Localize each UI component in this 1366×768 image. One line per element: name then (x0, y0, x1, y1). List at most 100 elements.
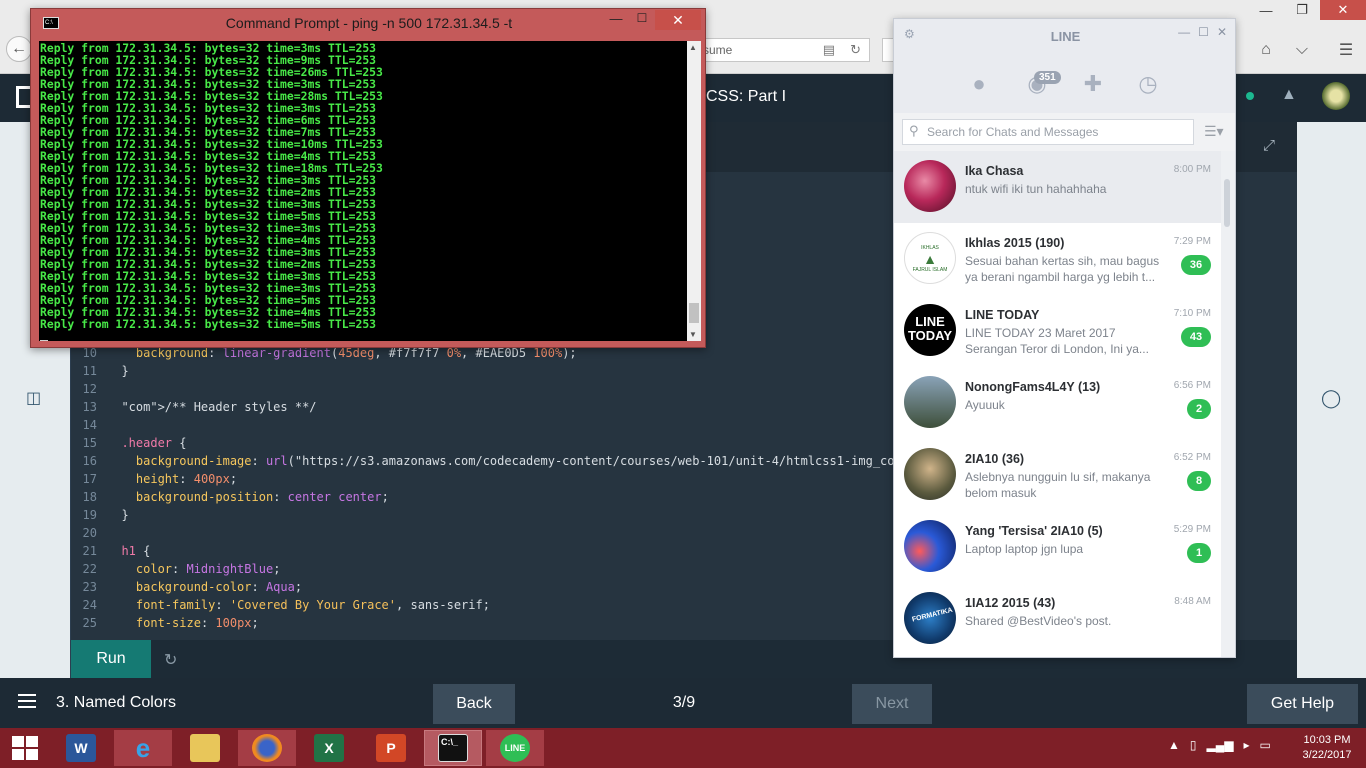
close-icon[interactable]: ✕ (655, 10, 701, 30)
line-number: 11 (82, 364, 97, 378)
maximize-icon[interactable]: ☐ (629, 11, 655, 29)
line-window[interactable]: ⚙ LINE — ☐ ✕ ● ◉ 351 ✚ ◷ ⚲ Search for Ch… (893, 18, 1236, 658)
chat-preview: Laptop laptop jgn lupa (965, 542, 1084, 556)
search-icon: ⚲ (909, 123, 919, 138)
unread-count-badge: 36 (1181, 255, 1211, 275)
back-button[interactable]: Back (433, 684, 515, 724)
add-friend-icon[interactable]: ✚ (1078, 69, 1108, 99)
logo-line-1: LINE (915, 314, 945, 329)
console-cursor (40, 340, 48, 341)
line-number: 20 (82, 526, 97, 540)
scroll-down-icon[interactable]: ▼ (689, 330, 697, 339)
chat-time: 6:52 PM (1173, 452, 1211, 463)
taskbar-line[interactable]: LINE (486, 730, 544, 766)
book-icon[interactable]: ◫ (26, 388, 41, 408)
cmd-icon[interactable]: C:\ (43, 17, 59, 29)
list-menu-icon[interactable]: ☰▾ (1204, 123, 1224, 140)
bell-icon[interactable]: ▲ (1281, 86, 1297, 104)
chat-preview: LINE TODAY 23 Maret 2017 (965, 326, 1116, 340)
restore-icon[interactable]: ❐ (1284, 0, 1320, 20)
maximize-icon[interactable]: ☐ (1198, 25, 1209, 39)
avatar (904, 448, 956, 500)
avatar: LINE TODAY (904, 304, 956, 356)
url-bar[interactable]: sume ▤ ↻ (700, 38, 870, 62)
chat-item[interactable]: FORMATIKA 1IA12 2015 (43) 8:48 AM Shared @B… (894, 583, 1221, 655)
powerpoint-icon: P (376, 734, 406, 762)
taskbar-word[interactable]: W (52, 730, 110, 766)
cmd-icon: C:\_ (438, 734, 468, 762)
chat-item[interactable]: Ika Chasa 8:00 PM ntuk wifi iki tun hahahh… (894, 151, 1221, 223)
chat-item[interactable]: Yang 'Tersisa' 2IA10 (5) 5:29 PM Laptop la… (894, 511, 1221, 583)
line-number: 12 (82, 382, 97, 396)
battery-icon[interactable]: ▯ (1190, 738, 1197, 752)
command-prompt-window[interactable]: Command Prompt - ping -n 500 172.31.34.5… (30, 8, 706, 348)
unread-count-badge: 8 (1187, 471, 1211, 491)
firefox-icon (252, 734, 282, 762)
friends-tab-icon[interactable]: ● (964, 69, 994, 99)
line-number: 18 (82, 490, 97, 504)
chat-item[interactable]: IKHLAS ▲ FAJRUL ISLAM Ikhlas 2015 (190) 7:29… (894, 223, 1221, 295)
show-hidden-icons-icon[interactable]: ▲ (1168, 738, 1180, 752)
folder-icon (190, 734, 220, 762)
minimize-icon[interactable]: — (1248, 0, 1284, 20)
menu-icon[interactable] (18, 694, 36, 708)
scrollbar[interactable]: ▲ ▼ (687, 41, 701, 341)
taskbar-internet-explorer[interactable]: e (114, 730, 172, 766)
back-arrow-icon[interactable]: ← (6, 36, 32, 62)
taskbar-command-prompt[interactable]: C:\_ (424, 730, 482, 766)
chat-item[interactable]: LINE TODAY LINE TODAY 7:10 PM LINE TODAY 23 … (894, 295, 1221, 367)
volume-icon[interactable]: ▸ (1243, 738, 1249, 752)
chat-name: Ikhlas 2015 (190) (965, 236, 1065, 250)
chat-preview-line2: ya berani ngambil harga yg lebih t... (965, 270, 1156, 284)
code-text: .header { (121, 436, 187, 450)
chat-preview: Ayuuuk (965, 398, 1005, 412)
next-button[interactable]: Next (852, 684, 932, 724)
scroll-thumb[interactable] (689, 303, 699, 323)
taskbar-powerpoint[interactable]: P (362, 730, 420, 766)
unread-count-badge: 43 (1181, 327, 1211, 347)
hamburger-menu-icon[interactable]: ☰ (1334, 38, 1358, 62)
reset-icon[interactable]: ↻ (164, 650, 177, 670)
minimize-icon[interactable]: — (1178, 25, 1190, 39)
unread-badge: 351 (1034, 71, 1061, 84)
close-icon[interactable]: ✕ (1320, 0, 1366, 20)
code-text: font-size: 100px; (135, 616, 259, 630)
avatar (904, 160, 956, 212)
chat-preview: Shared @BestVideo's post. (965, 614, 1112, 628)
network-icon[interactable]: ▂▄▆ (1207, 738, 1234, 752)
windows-start-icon[interactable] (12, 736, 38, 760)
pocket-icon[interactable]: ⌵ (1290, 38, 1314, 62)
taskbar-excel[interactable]: X (300, 730, 358, 766)
timeline-clock-icon[interactable]: ◷ (1133, 69, 1163, 99)
scrollbar[interactable] (1221, 151, 1235, 657)
line-number: 25 (82, 616, 97, 630)
taskbar-firefox[interactable] (238, 730, 296, 766)
reader-view-icon[interactable]: ▤ (823, 42, 835, 58)
expand-icon[interactable]: ⤢ (1263, 137, 1275, 154)
line-number: 21 (82, 544, 97, 558)
line-number: 13 (82, 400, 97, 414)
home-icon[interactable]: ⌂ (1254, 38, 1278, 62)
avatar[interactable] (1322, 82, 1350, 110)
code-text: "com">/** Header styles **/ (121, 400, 317, 414)
get-help-button[interactable]: Get Help (1247, 684, 1358, 724)
globe-icon[interactable]: ◯ (1321, 388, 1341, 409)
run-button[interactable]: Run (71, 640, 151, 678)
chat-preview: Sesuai bahan kertas sih, mau bagus (965, 254, 1160, 268)
console-line: Reply from 172.31.34.5: bytes=32 time=5m… (40, 317, 377, 331)
avatar-logo-text: IKHLAS ▲ FAJRUL ISLAM (905, 233, 955, 273)
chat-search-input[interactable]: ⚲ Search for Chats and Messages (902, 119, 1194, 145)
reload-icon[interactable]: ↻ (850, 42, 861, 58)
scroll-up-icon[interactable]: ▲ (689, 43, 697, 52)
close-icon[interactable]: ✕ (1217, 25, 1227, 39)
chat-item[interactable]: NonongFams4L4Y (13) 6:56 PM Ayuuuk 2 (894, 367, 1221, 439)
scroll-thumb[interactable] (1224, 179, 1230, 227)
clock[interactable]: 10:03 PM 3/22/2017 (1292, 733, 1362, 763)
console-output[interactable]: Reply from 172.31.34.5: bytes=32 time=3m… (39, 41, 687, 341)
chat-name: 2IA10 (36) (965, 452, 1025, 466)
internet-explorer-icon: e (135, 732, 151, 763)
chat-item[interactable]: 2IA10 (36) 6:52 PM Aslebnya nungguin lu si… (894, 439, 1221, 511)
action-center-icon[interactable]: ▭ (1260, 738, 1271, 752)
taskbar-file-explorer[interactable] (176, 730, 234, 766)
minimize-icon[interactable]: — (603, 11, 629, 29)
